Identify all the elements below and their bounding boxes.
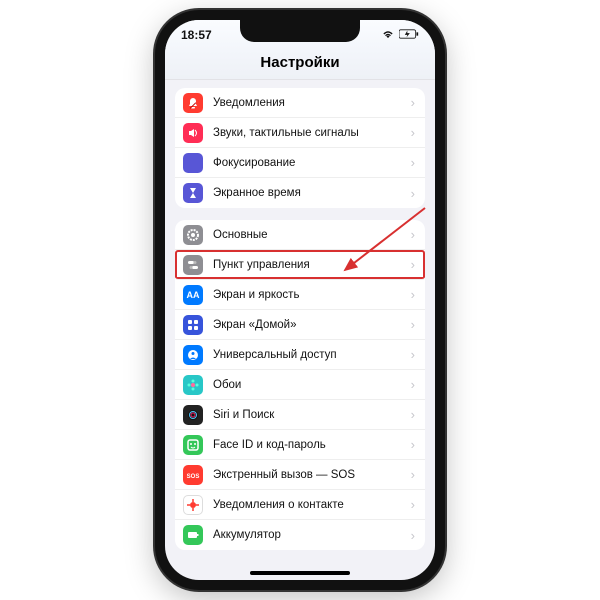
speaker-icon bbox=[183, 123, 203, 143]
chevron-right-icon: › bbox=[411, 377, 415, 392]
switches-icon bbox=[183, 255, 203, 275]
row-label: Экстренный вызов — SOS bbox=[213, 469, 411, 481]
bell-icon bbox=[183, 93, 203, 113]
settings-row-home[interactable]: Экран «Домой»› bbox=[175, 310, 425, 340]
flower-icon bbox=[183, 375, 203, 395]
settings-row-focus[interactable]: Фокусирование› bbox=[175, 148, 425, 178]
settings-row-screentime[interactable]: Экранное время› bbox=[175, 178, 425, 208]
screen: 18:57 Настройки Уведомления›Звуки, такти… bbox=[165, 20, 435, 580]
row-label: Обои bbox=[213, 379, 411, 391]
settings-row-siri[interactable]: Siri и Поиск› bbox=[175, 400, 425, 430]
settings-row-faceid[interactable]: Face ID и код-пароль› bbox=[175, 430, 425, 460]
chevron-right-icon: › bbox=[411, 227, 415, 242]
chevron-right-icon: › bbox=[411, 407, 415, 422]
settings-row-general[interactable]: Основные› bbox=[175, 220, 425, 250]
page-title: Настройки bbox=[165, 50, 435, 80]
settings-row-sounds[interactable]: Звуки, тактильные сигналы› bbox=[175, 118, 425, 148]
row-label: Звуки, тактильные сигналы bbox=[213, 127, 411, 139]
chevron-right-icon: › bbox=[411, 467, 415, 482]
settings-row-battery[interactable]: Аккумулятор› bbox=[175, 520, 425, 550]
phone-frame: 18:57 Настройки Уведомления›Звуки, такти… bbox=[155, 10, 445, 590]
grid-icon bbox=[183, 315, 203, 335]
row-label: Уведомления bbox=[213, 97, 411, 109]
chevron-right-icon: › bbox=[411, 95, 415, 110]
row-label: Siri и Поиск bbox=[213, 409, 411, 421]
row-label: Аккумулятор bbox=[213, 529, 411, 541]
notch bbox=[240, 20, 360, 42]
status-right bbox=[377, 28, 419, 42]
battery-icon bbox=[399, 28, 419, 42]
home-indicator bbox=[250, 571, 350, 575]
chevron-right-icon: › bbox=[411, 528, 415, 543]
settings-list[interactable]: Уведомления›Звуки, тактильные сигналы›Фо… bbox=[165, 80, 435, 578]
siri-icon bbox=[183, 405, 203, 425]
sos-icon: SOS bbox=[183, 465, 203, 485]
row-label: Экран и яркость bbox=[213, 289, 411, 301]
chevron-right-icon: › bbox=[411, 186, 415, 201]
chevron-right-icon: › bbox=[411, 347, 415, 362]
svg-text:SOS: SOS bbox=[187, 474, 200, 480]
row-label: Основные bbox=[213, 229, 411, 241]
row-label: Фокусирование bbox=[213, 157, 411, 169]
gear-icon bbox=[183, 225, 203, 245]
moon-icon bbox=[183, 153, 203, 173]
status-time: 18:57 bbox=[181, 28, 212, 42]
wifi-icon bbox=[381, 28, 395, 42]
settings-row-control-center[interactable]: Пункт управления› bbox=[175, 250, 425, 280]
row-label: Экран «Домой» bbox=[213, 319, 411, 331]
chevron-right-icon: › bbox=[411, 287, 415, 302]
settings-row-notifications[interactable]: Уведомления› bbox=[175, 88, 425, 118]
aa-icon: AA bbox=[183, 285, 203, 305]
chevron-right-icon: › bbox=[411, 317, 415, 332]
face-icon bbox=[183, 435, 203, 455]
virus-icon bbox=[183, 495, 203, 515]
settings-group: Уведомления›Звуки, тактильные сигналы›Фо… bbox=[175, 88, 425, 208]
person-icon bbox=[183, 345, 203, 365]
row-label: Face ID и код-пароль bbox=[213, 439, 411, 451]
settings-group: Основные›Пункт управления›AAЭкран и ярко… bbox=[175, 220, 425, 550]
settings-row-wallpaper[interactable]: Обои› bbox=[175, 370, 425, 400]
row-label: Экранное время bbox=[213, 187, 411, 199]
settings-row-sos[interactable]: SOS Экстренный вызов — SOS› bbox=[175, 460, 425, 490]
hourglass-icon bbox=[183, 183, 203, 203]
chevron-right-icon: › bbox=[411, 437, 415, 452]
row-label: Уведомления о контакте bbox=[213, 499, 411, 511]
battery-icon bbox=[183, 525, 203, 545]
chevron-right-icon: › bbox=[411, 257, 415, 272]
chevron-right-icon: › bbox=[411, 155, 415, 170]
settings-row-exposure[interactable]: Уведомления о контакте› bbox=[175, 490, 425, 520]
row-label: Универсальный доступ bbox=[213, 349, 411, 361]
settings-row-display[interactable]: AA Экран и яркость› bbox=[175, 280, 425, 310]
row-label: Пункт управления bbox=[213, 259, 411, 271]
chevron-right-icon: › bbox=[411, 125, 415, 140]
svg-text:AA: AA bbox=[187, 290, 200, 300]
chevron-right-icon: › bbox=[411, 497, 415, 512]
settings-row-accessibility[interactable]: Универсальный доступ› bbox=[175, 340, 425, 370]
